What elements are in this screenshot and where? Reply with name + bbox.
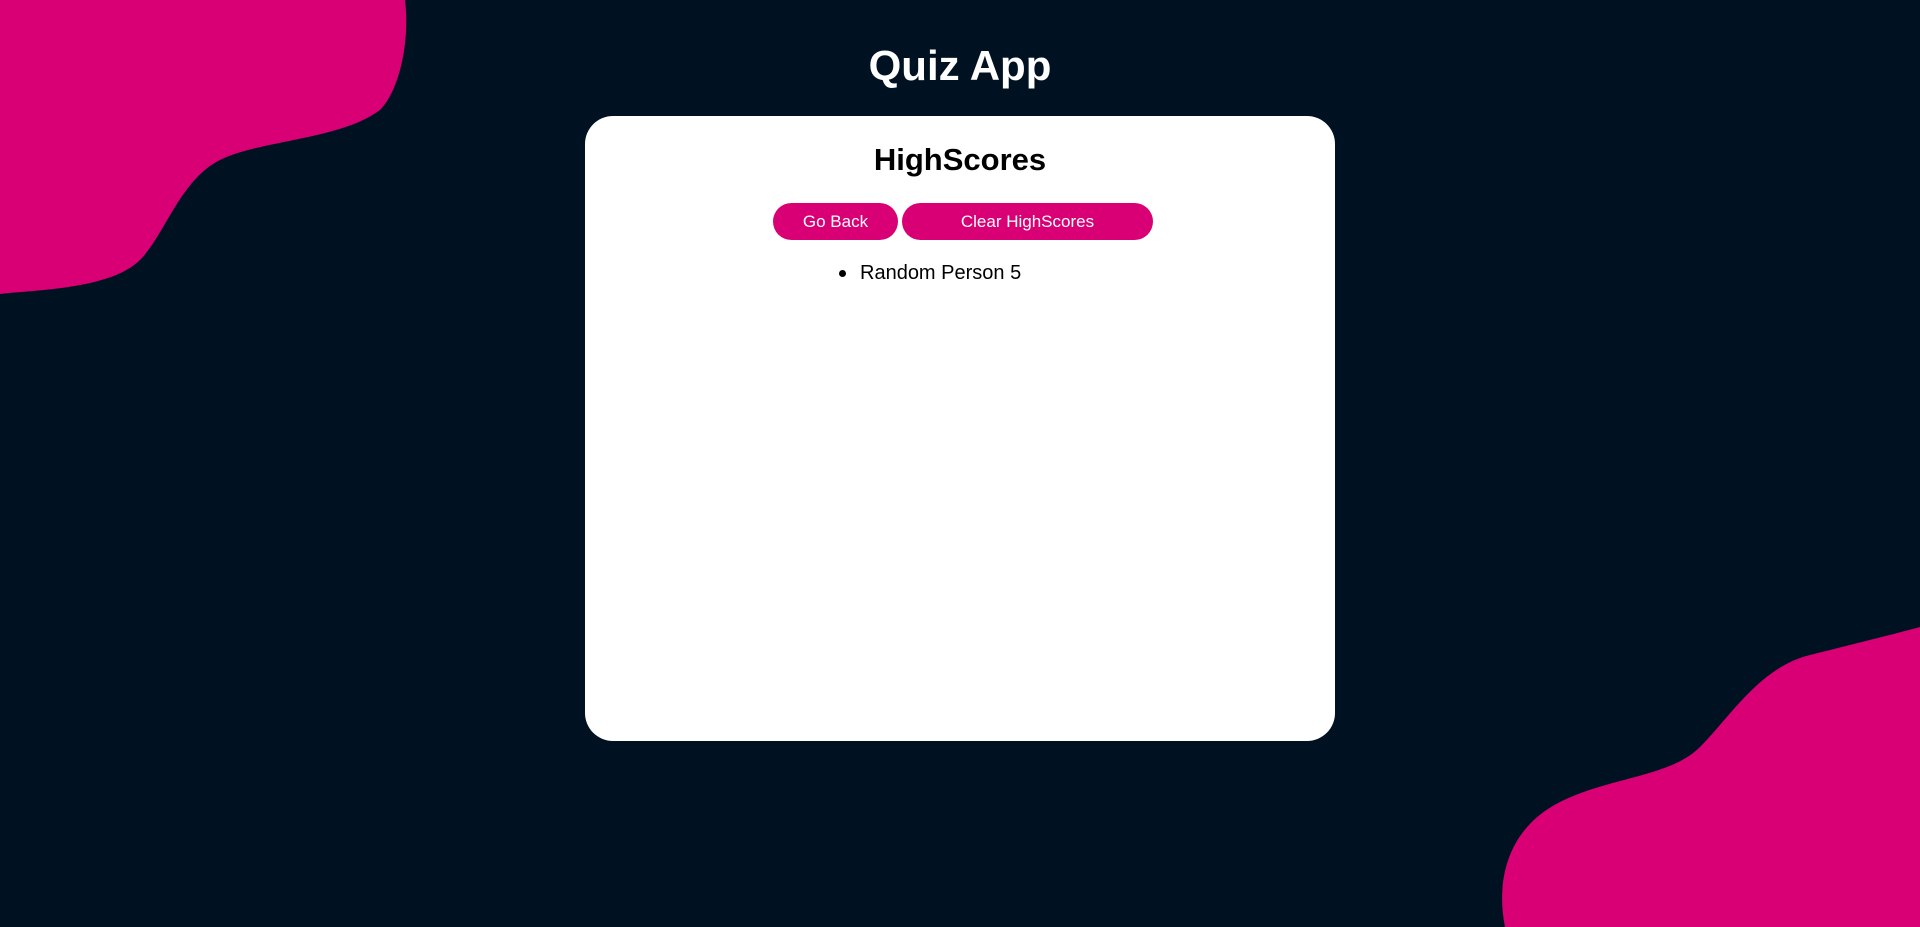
background-blob-bottom-right: [1502, 627, 1920, 927]
highscore-item: Random Person 5: [835, 258, 1021, 288]
clear-highscores-button[interactable]: Clear HighScores: [902, 203, 1153, 240]
highscores-title: HighScores: [873, 142, 1047, 177]
highscores-list: Random Person 5: [835, 258, 1021, 288]
go-back-button[interactable]: Go Back: [773, 203, 898, 240]
app-title: Quiz App: [868, 42, 1052, 89]
bullet-icon: [839, 270, 846, 277]
highscores-card: HighScores Go Back Clear HighScores Rand…: [585, 116, 1335, 741]
highscore-item-text: Random Person 5: [860, 262, 1022, 284]
